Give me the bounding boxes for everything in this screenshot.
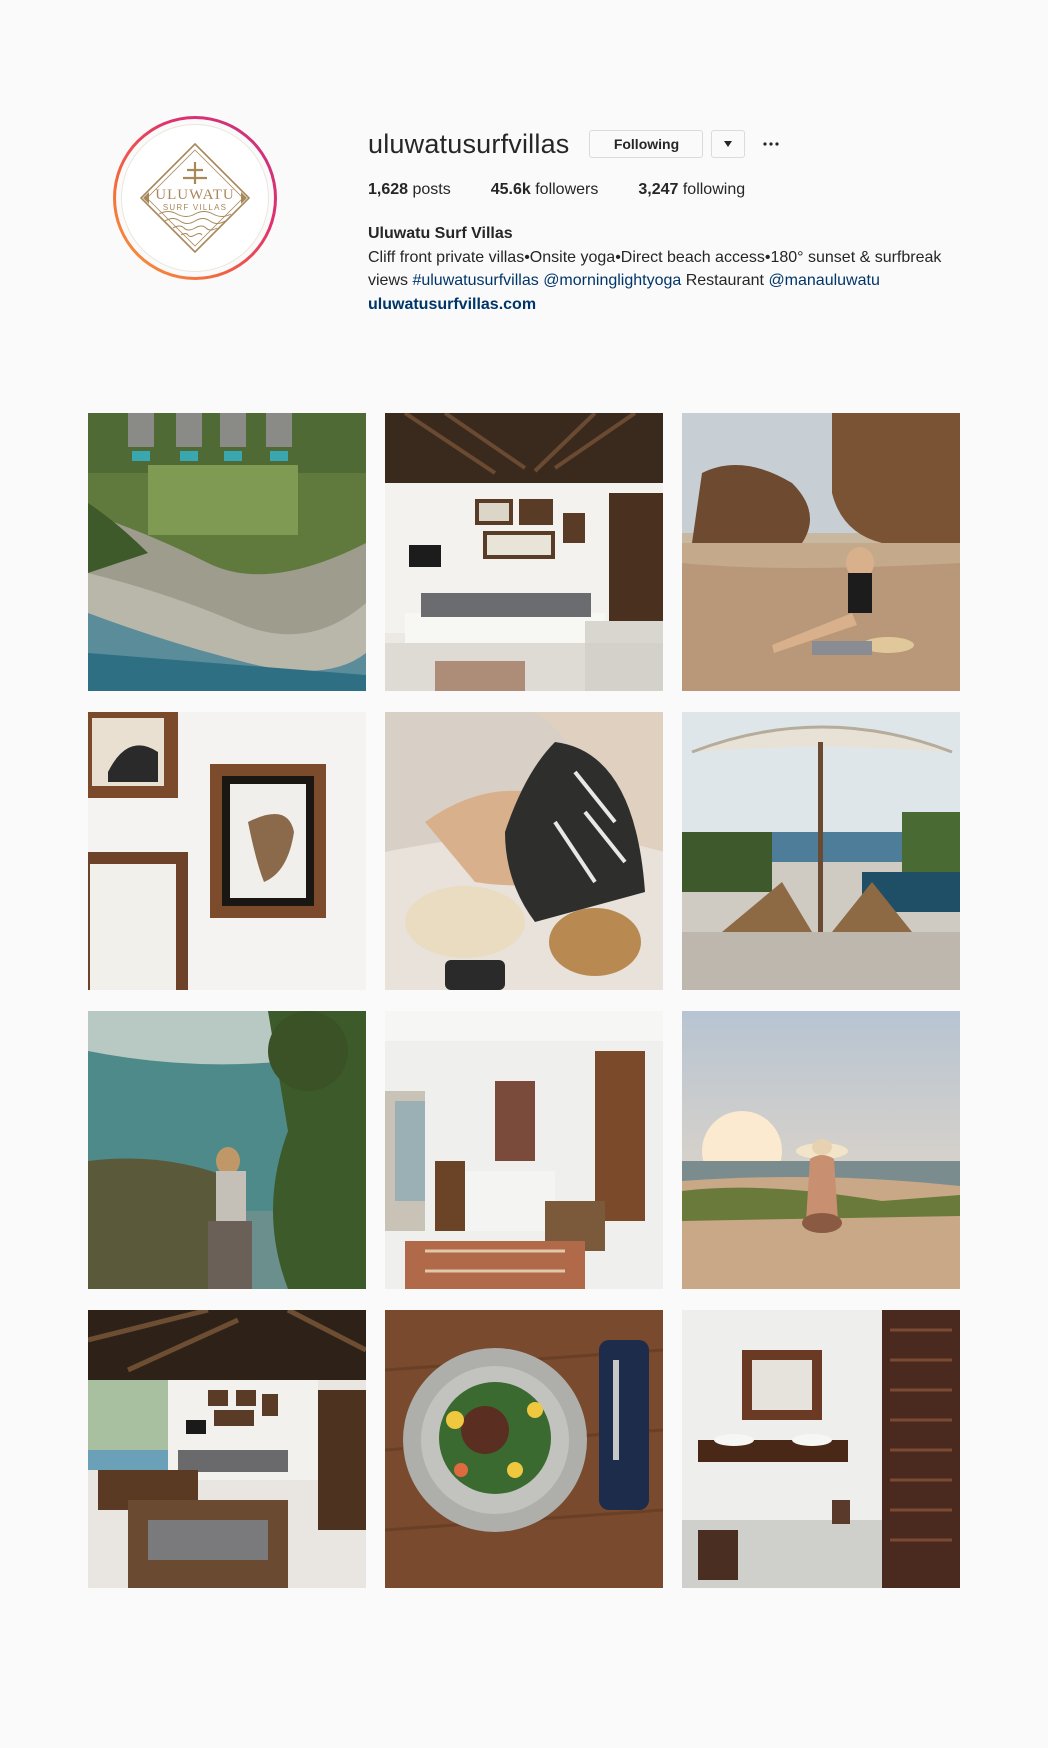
profile-info: uluwatusurfvillas Following 1,628 posts …: [368, 116, 968, 316]
posts-stat: 1,628 posts: [368, 181, 451, 199]
ellipsis-icon[interactable]: [761, 134, 781, 154]
following-button[interactable]: Following: [589, 130, 704, 158]
mention-link-yoga[interactable]: @morninglightyoga: [543, 272, 681, 289]
profile-stats: 1,628 posts 45.6k followers 3,247 follow…: [368, 179, 968, 201]
logo-text-bottom: SURF VILLAS: [163, 203, 227, 212]
uluwatu-logo: ULUWATU SURF VILLAS: [121, 124, 269, 272]
post-beach-dress-hat[interactable]: [385, 712, 663, 990]
followers-stat[interactable]: 45.6k followers: [491, 181, 599, 199]
followers-label: followers: [530, 181, 599, 198]
logo-text-top: ULUWATU: [155, 187, 235, 203]
following-stat[interactable]: 3,247 following: [638, 181, 745, 199]
post-framed-surf-art[interactable]: [88, 712, 366, 990]
posts-label: posts: [408, 181, 451, 198]
posts-count: 1,628: [368, 181, 409, 198]
suggestions-dropdown-button[interactable]: [711, 130, 746, 158]
post-pool-umbrella-loungers[interactable]: [682, 712, 960, 990]
hashtag-link[interactable]: #uluwatusurfvillas: [412, 272, 538, 289]
post-cliff-path-view[interactable]: [88, 1011, 366, 1289]
post-salad-plate[interactable]: [385, 1310, 663, 1588]
profile-avatar[interactable]: ULUWATU SURF VILLAS: [113, 116, 277, 280]
following-label: following: [678, 181, 746, 198]
profile-header: ULUWATU SURF VILLAS uluwatusurfvillas Fo…: [113, 116, 973, 356]
bio-text: Cliff front private villas•Onsite yoga•D…: [368, 246, 968, 293]
bio-text-2: Restaurant: [681, 272, 769, 289]
followers-count: 45.6k: [490, 181, 531, 198]
profile-title-row: uluwatusurfvillas Following: [368, 129, 968, 159]
username: uluwatusurfvillas: [368, 128, 570, 159]
posts-grid: [88, 413, 960, 1588]
post-woman-on-beach-rocks[interactable]: [682, 413, 960, 691]
post-bedroom-interior[interactable]: [385, 1011, 663, 1289]
post-sunset-beach-hat[interactable]: [682, 1011, 960, 1289]
profile-bio: Uluwatu Surf Villas Cliff front private …: [368, 222, 968, 316]
mention-link-restaurant[interactable]: @manauluwatu: [768, 272, 879, 289]
post-bathroom-vanity[interactable]: [682, 1310, 960, 1588]
post-living-room-interior[interactable]: [385, 413, 663, 691]
post-aerial-villas-coast[interactable]: [88, 413, 366, 691]
post-open-living-area[interactable]: [88, 1310, 366, 1588]
following-count: 3,247: [638, 181, 679, 198]
website-link[interactable]: uluwatusurfvillas.com: [368, 293, 968, 317]
bio-name: Uluwatu Surf Villas: [368, 225, 513, 242]
triangle-down-icon: [724, 141, 733, 147]
